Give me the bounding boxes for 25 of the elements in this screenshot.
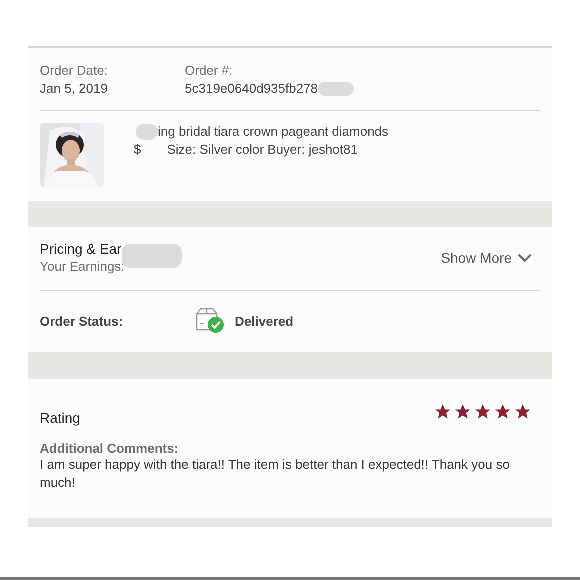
chevron-down-icon <box>518 254 532 262</box>
pricing-title: Pricing & Ear <box>40 240 122 258</box>
order-number-label: Order #: <box>185 62 234 80</box>
star-icon <box>514 403 532 421</box>
price-symbol: $ <box>134 141 142 159</box>
show-more-link[interactable]: Show More <box>441 250 532 266</box>
order-status-value: Delivered <box>235 314 294 328</box>
star-icon <box>434 403 452 421</box>
blur-patch <box>318 82 354 96</box>
rating-title: Rating <box>40 409 80 427</box>
comments-text: I am super happy with the tiara!! The item is better than I expected!! Thank you so much! <box>40 456 511 492</box>
order-date-label: Order Date: <box>40 62 109 80</box>
item-details: Size: Silver color Buyer: jeshot81 <box>167 141 358 159</box>
order-status-label: Order Status: <box>40 314 124 328</box>
order-date: Jan 5, 2019 <box>40 80 109 98</box>
star-icon <box>474 403 492 421</box>
item-title: ing bridal tiara crown pageant diamonds <box>158 123 389 141</box>
comments-label: Additional Comments: <box>40 441 180 456</box>
blur-patch <box>122 244 182 268</box>
earnings-label: Your Earnings: <box>40 258 126 276</box>
order-number: 5c319e0640d935fb278 <box>185 80 318 98</box>
delivered-box-icon <box>195 308 225 334</box>
star-icon <box>454 403 472 421</box>
star-icon <box>494 403 512 421</box>
blur-patch <box>136 124 158 140</box>
